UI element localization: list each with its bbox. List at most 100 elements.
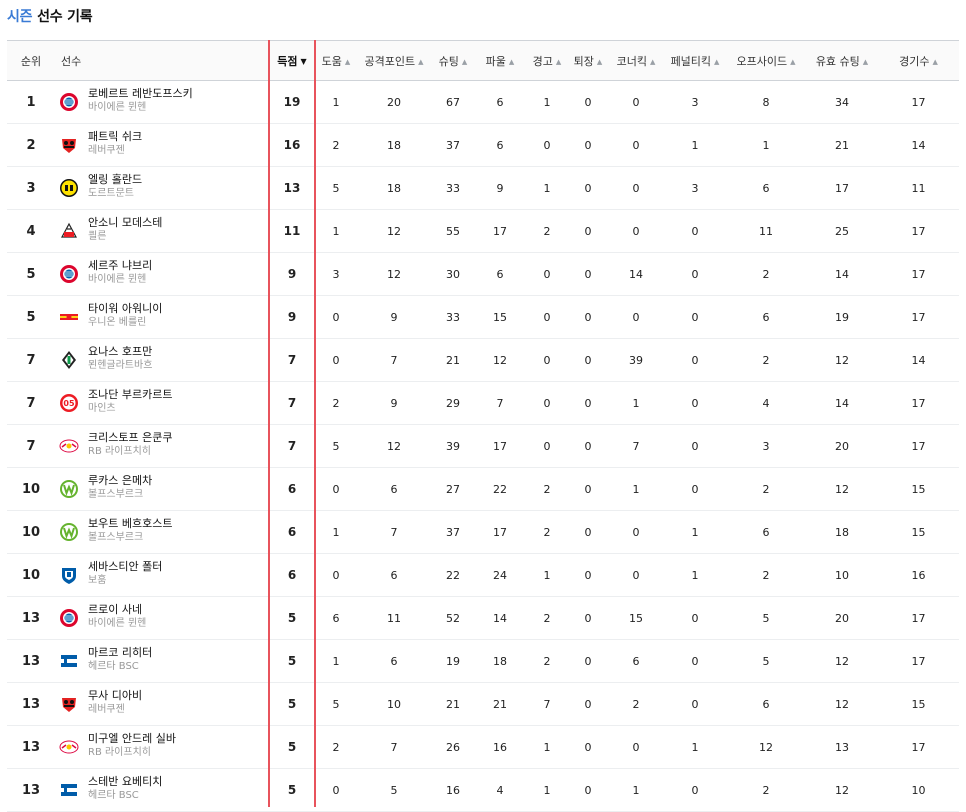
stat-yellow-cards: 2: [526, 467, 568, 511]
season-label[interactable]: 시즌: [7, 9, 33, 25]
stat-shots: 29: [432, 381, 474, 425]
player-cell[interactable]: 로베르트 레반도프스키 바이에른 뮌헨: [55, 80, 268, 124]
rank-cell: 13: [7, 682, 55, 726]
player-name[interactable]: 로베르트 레반도프스키: [88, 87, 193, 101]
stat-penalties: 0: [664, 768, 726, 812]
col-yellow-sort[interactable]: 경고 ▲: [526, 40, 568, 81]
stat-corners: 6: [608, 639, 664, 683]
player-cell[interactable]: 미구엘 안드레 실바 RB 라이프치히: [55, 725, 268, 769]
player-name[interactable]: 세바스티안 폴터: [88, 560, 162, 574]
player-cell[interactable]: 세르주 냐브리 바이에른 뮌헨: [55, 252, 268, 296]
player-name[interactable]: 크리스토프 은쿤쿠: [88, 431, 172, 445]
stat-shots: 33: [432, 166, 474, 210]
col-penalties-sort[interactable]: 페널티킥 ▲: [664, 40, 726, 81]
player-cell[interactable]: 안소니 모데스테 쾰른: [55, 209, 268, 253]
stat-assists: 2: [316, 725, 356, 769]
player-name[interactable]: 조나단 부르카르트: [88, 388, 172, 402]
rank-cell: 2: [7, 123, 55, 167]
player-name[interactable]: 타이워 아워니이: [88, 302, 162, 316]
player-name[interactable]: 패트릭 쉬크: [88, 130, 142, 144]
col-games-sort[interactable]: 경기수 ▲: [878, 40, 959, 81]
player-cell[interactable]: 패트릭 쉬크 레버쿠젠: [55, 123, 268, 167]
col-shots-sort[interactable]: 슈팅 ▲: [432, 40, 474, 81]
sort-asc-icon: ▲: [555, 57, 562, 66]
stat-corners: 0: [608, 166, 664, 210]
stat-red-cards: 0: [568, 166, 608, 210]
stat-shots-on-target: 20: [806, 596, 878, 640]
rank-cell: 7: [7, 381, 55, 425]
stat-games: 17: [878, 209, 959, 253]
hertha-logo-icon: [59, 651, 79, 671]
table-row: 13 스테반 요베티치 헤르타 BSC 5 0 5 16 4 1 0 1 0 2 12 10: [7, 768, 959, 812]
player-name[interactable]: 보우트 베흐호스트: [88, 517, 172, 531]
stat-attack-points: 10: [356, 682, 432, 726]
stat-corners: 0: [608, 123, 664, 167]
col-attack-points-sort[interactable]: 공격포인트 ▲: [356, 40, 432, 81]
stat-goals: 5: [268, 682, 316, 726]
player-name[interactable]: 미구엘 안드레 실바: [88, 732, 176, 746]
col-corners-sort[interactable]: 코너킥 ▲: [608, 40, 664, 81]
player-cell[interactable]: 르로이 사네 바이에른 뮌헨: [55, 596, 268, 640]
stat-corners: 0: [608, 295, 664, 339]
stat-shots-on-target: 12: [806, 639, 878, 683]
col-goals-sort[interactable]: 득점 ▼: [268, 40, 316, 81]
stat-penalties: 3: [664, 80, 726, 124]
col-red-sort[interactable]: 퇴장 ▲: [568, 40, 608, 81]
stat-goals: 6: [268, 553, 316, 597]
player-cell[interactable]: 보우트 베흐호스트 볼프스부르크: [55, 510, 268, 554]
col-offsides-sort[interactable]: 오프사이드 ▲: [726, 40, 806, 81]
player-cell[interactable]: 세바스티안 폴터 보훔: [55, 553, 268, 597]
player-cell[interactable]: 무사 디아비 레버쿠젠: [55, 682, 268, 726]
team-name: 묀헨글라트바흐: [88, 360, 153, 371]
table-row: 10 세바스티안 폴터 보훔 6 0 6 22 24 1 0 0 1 2 10 16: [7, 553, 959, 597]
stat-yellow-cards: 1: [526, 725, 568, 769]
stat-shots-on-target: 12: [806, 338, 878, 382]
stat-attack-points: 12: [356, 209, 432, 253]
stat-shots-on-target: 19: [806, 295, 878, 339]
stat-red-cards: 0: [568, 768, 608, 812]
stat-assists: 1: [316, 80, 356, 124]
player-cell[interactable]: 마르코 리히터 헤르타 BSC: [55, 639, 268, 683]
stat-games: 17: [878, 80, 959, 124]
player-name[interactable]: 마르코 리히터: [88, 646, 152, 660]
player-name[interactable]: 무사 디아비: [88, 689, 142, 703]
stat-fouls: 17: [474, 209, 526, 253]
player-cell[interactable]: 루카스 은메차 볼프스부르크: [55, 467, 268, 511]
stat-shots-on-target: 17: [806, 166, 878, 210]
stat-shots-on-target: 12: [806, 682, 878, 726]
stat-shots: 33: [432, 295, 474, 339]
player-cell[interactable]: 05 조나단 부르카르트 마인츠: [55, 381, 268, 425]
col-fouls-sort[interactable]: 파울 ▲: [474, 40, 526, 81]
stat-red-cards: 0: [568, 338, 608, 382]
player-name[interactable]: 루카스 은메차: [88, 474, 152, 488]
stat-corners: 7: [608, 424, 664, 468]
table-row: 5 타이워 아워니이 우니온 베를린 9 0 9 33 15 0 0 0 0 6 19 17: [7, 295, 959, 339]
sort-asc-icon: ▲: [508, 57, 515, 66]
stat-goals: 5: [268, 725, 316, 769]
stat-shots: 22: [432, 553, 474, 597]
player-cell[interactable]: 요나스 호프만 묀헨글라트바흐: [55, 338, 268, 382]
player-cell[interactable]: 타이워 아워니이 우니온 베를린: [55, 295, 268, 339]
player-name[interactable]: 안소니 모데스테: [88, 216, 162, 230]
player-name[interactable]: 스테반 요베티치: [88, 775, 162, 789]
player-cell[interactable]: 엘링 홀란드 도르트문트: [55, 166, 268, 210]
stat-assists: 2: [316, 381, 356, 425]
stat-corners: 0: [608, 80, 664, 124]
player-cell[interactable]: 크리스토프 은쿤쿠 RB 라이프치히: [55, 424, 268, 468]
player-name[interactable]: 르로이 사네: [88, 603, 146, 617]
leipzig-logo-icon: [59, 436, 79, 456]
player-name[interactable]: 요나스 호프만: [88, 345, 152, 359]
player-name[interactable]: 세르주 냐브리: [88, 259, 152, 273]
stat-goals: 5: [268, 768, 316, 812]
col-shots-on-target-sort[interactable]: 유효 슈팅 ▲: [806, 40, 878, 81]
stat-assists: 6: [316, 596, 356, 640]
player-name[interactable]: 엘링 홀란드: [88, 173, 142, 187]
stat-penalties: 0: [664, 252, 726, 296]
col-assists-sort[interactable]: 도움 ▲: [316, 40, 356, 81]
player-cell[interactable]: 스테반 요베티치 헤르타 BSC: [55, 768, 268, 812]
stat-shots: 26: [432, 725, 474, 769]
team-name: 바이에른 뮌헨: [88, 102, 147, 113]
team-name: 레버쿠젠: [88, 704, 125, 715]
union-logo-icon: [59, 307, 79, 327]
team-name: 쾰른: [88, 231, 107, 242]
